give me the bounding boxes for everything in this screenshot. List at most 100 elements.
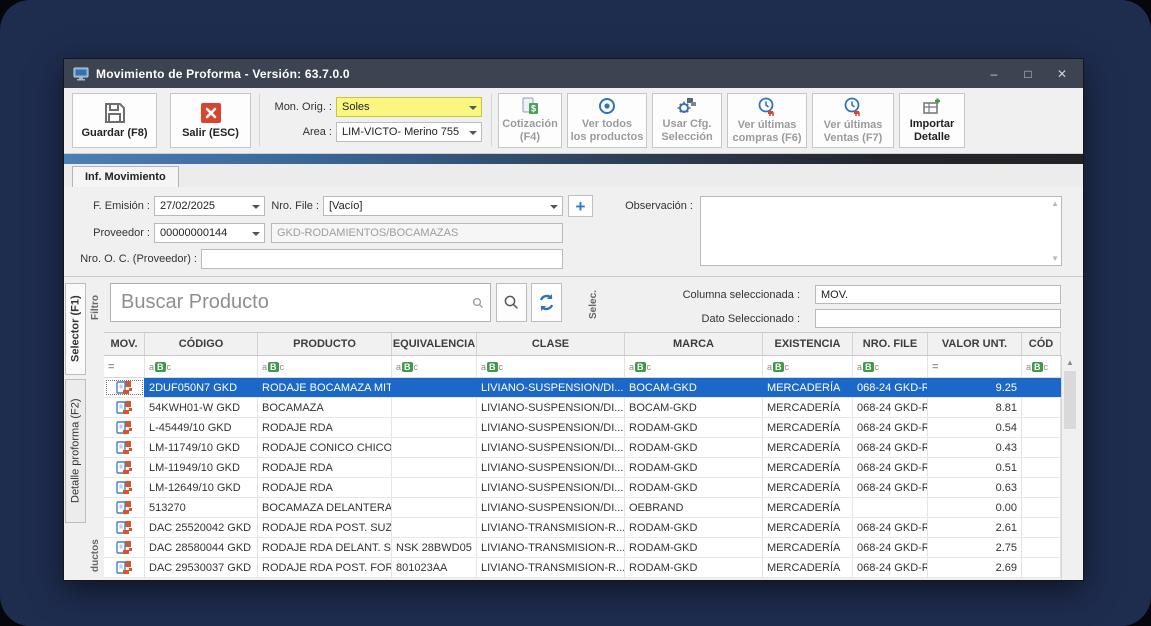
ver-compras-button[interactable]: Ver últimas compras (F6) <box>727 93 807 148</box>
mov-icon <box>104 558 145 577</box>
nro-file-combo[interactable]: [Vacío] <box>323 196 563 216</box>
accent-gradient-bar <box>64 154 1083 164</box>
clock-cart-icon <box>757 97 777 116</box>
table-row[interactable]: 513270BOCAMAZA DELANTERA J...LIVIANO-SUS… <box>104 498 1061 518</box>
table-row[interactable]: L-45449/10 GKDRODAJE RDALIVIANO-SUSPENSI… <box>104 418 1061 438</box>
tab-detalle-proforma-f2[interactable]: Detalle proforma (F2) <box>65 379 86 523</box>
cotizacion-button[interactable]: $ Cotización (F4) <box>498 93 562 148</box>
proveedor-label: Proveedor : <box>70 227 150 239</box>
dato-seleccionado-input[interactable] <box>815 309 1061 328</box>
scroll-up-icon[interactable]: ▲ <box>1051 199 1059 208</box>
column-header[interactable]: EQUIVALENCIA <box>392 333 477 355</box>
cell-valor: 2.69 <box>928 558 1022 577</box>
column-header[interactable]: MOV. <box>104 333 145 355</box>
importar-button[interactable]: Importar Detalle <box>899 93 965 148</box>
column-header[interactable]: PRODUCTO <box>258 333 392 355</box>
import-icon <box>922 97 942 115</box>
cell-nro_file: 068-24 GKD-R... <box>853 518 928 537</box>
table-row[interactable]: LM-11949/10 GKDRODAJE RDALIVIANO-SUSPENS… <box>104 458 1061 478</box>
column-header[interactable]: NRO. FILE <box>853 333 928 355</box>
cell-nro_file <box>853 498 928 517</box>
cell-existencia: MERCADERÍA <box>763 538 853 557</box>
cell-marca: BOCAM-GKD <box>625 398 763 417</box>
cell-existencia: MERCADERÍA <box>763 438 853 457</box>
area-combo[interactable]: LIM-VICTO- Merino 755 <box>336 122 482 142</box>
table-row[interactable]: LM-12649/10 GKDRODAJE RDALIVIANO-SUSPENS… <box>104 478 1061 498</box>
filter-abc-icon[interactable]: aBc <box>1022 356 1061 377</box>
cell-marca: RODAM-GKD <box>625 478 763 497</box>
search-input[interactable] <box>110 283 491 322</box>
cell-valor: 0.63 <box>928 478 1022 497</box>
table-row[interactable]: LM-11749/10 GKDRODAJE CONICO CHICO ...LI… <box>104 438 1061 458</box>
guardar-button[interactable]: Guardar (F8) <box>72 93 157 148</box>
cell-clase: LIVIANO-SUSPENSION/DI... <box>477 418 625 437</box>
cell-equivalencia <box>392 438 477 457</box>
filter-abc-icon[interactable]: aBc <box>477 356 625 377</box>
filter-abc-icon[interactable]: aBc <box>853 356 928 377</box>
f-emision-combo[interactable]: 27/02/2025 <box>154 196 265 216</box>
cell-equivalencia <box>392 498 477 517</box>
filter-abc-icon[interactable]: aBc <box>763 356 853 377</box>
f-emision-value: 27/02/2025 <box>160 200 215 212</box>
table-row[interactable]: DAC 29530037 GKDRODAJE RDA POST. FORD...… <box>104 558 1061 578</box>
column-header[interactable]: MARCA <box>625 333 763 355</box>
column-header[interactable]: CLASE <box>477 333 625 355</box>
ver-ventas-button[interactable]: Ver últimas Ventas (F7) <box>812 93 894 148</box>
cell-nro_file: 068-24 GKD-R... <box>853 458 928 477</box>
scrollbar-thumb[interactable] <box>1064 371 1076 429</box>
mon-orig-combo[interactable]: Soles <box>336 97 482 117</box>
cell-codigo: 513270 <box>145 498 258 517</box>
search-button[interactable] <box>496 283 527 322</box>
filter-eq-icon[interactable]: = <box>928 356 1022 377</box>
cell-nro_file: 068-24 GKD-R... <box>853 378 928 397</box>
cell-clase: LIVIANO-SUSPENSION/DI... <box>477 438 625 457</box>
filter-abc-icon[interactable]: aBc <box>625 356 763 377</box>
columna-seleccionada-input[interactable]: MOV. <box>815 285 1061 304</box>
svg-text:$: $ <box>531 104 536 114</box>
usar-cfg-label: Usar Cfg. Selección <box>661 118 712 143</box>
column-header[interactable]: VALOR UNT. <box>928 333 1022 355</box>
salir-button[interactable]: Salir (ESC) <box>170 93 251 148</box>
cell-clase: LIVIANO-SUSPENSION/DI... <box>477 478 625 497</box>
tab-inf-movimiento[interactable]: Inf. Movimiento <box>72 166 179 189</box>
observacion-textarea[interactable]: ▲ ▼ <box>700 196 1062 266</box>
nro-oc-input[interactable] <box>201 249 563 269</box>
cell-cod <box>1022 538 1061 557</box>
column-header[interactable]: CÓDIGO <box>145 333 258 355</box>
filter-abc-icon[interactable]: aBc <box>145 356 258 377</box>
importar-label: Importar Detalle <box>910 118 955 143</box>
usar-cfg-button[interactable]: Usar Cfg. Selección <box>652 93 722 148</box>
table-row[interactable]: DAC 25520042 GKDRODAJE RDA POST. SUZ A..… <box>104 518 1061 538</box>
table-row[interactable]: DAC 28580044 GKDRODAJE RDA DELANT. SU...… <box>104 538 1061 558</box>
cell-equivalencia <box>392 398 477 417</box>
table-row[interactable]: 54KWH01-W GKDBOCAMAZALIVIANO-SUSPENSION/… <box>104 398 1061 418</box>
tab-selector-f1[interactable]: Selector (F1) <box>65 283 86 375</box>
scroll-down-icon[interactable]: ▼ <box>1051 254 1059 263</box>
mon-orig-label: Mon. Orig. : <box>262 101 332 113</box>
filter-eq-icon[interactable]: = <box>104 356 145 377</box>
nro-file-label: Nro. File : <box>267 200 319 212</box>
ver-todos-label: Ver todos los productos <box>571 118 644 143</box>
cell-producto: RODAJE RDA POST. FORD... <box>258 558 392 577</box>
cell-valor: 2.61 <box>928 518 1022 537</box>
cell-valor: 8.81 <box>928 398 1022 417</box>
cell-cod <box>1022 438 1061 457</box>
refresh-button[interactable] <box>531 283 562 322</box>
column-header[interactable]: EXISTENCIA <box>763 333 853 355</box>
column-header[interactable]: CÓD <box>1022 333 1061 355</box>
ver-todos-button[interactable]: Ver todos los productos <box>567 93 647 148</box>
minimize-button[interactable]: – <box>977 59 1011 88</box>
maximize-button[interactable]: □ <box>1011 59 1045 88</box>
observacion-label: Observación : <box>613 200 693 212</box>
proveedor-combo[interactable]: 00000000144 <box>154 223 265 243</box>
table-row[interactable]: 2DUF050N7 GKDRODAJE BOCAMAZA MITS...LIVI… <box>104 378 1061 398</box>
search-icon <box>503 294 520 311</box>
filter-abc-icon[interactable]: aBc <box>258 356 392 377</box>
tab-productos-partial[interactable]: ductos <box>88 533 103 579</box>
grid-scrollbar[interactable]: ▲ <box>1061 355 1077 580</box>
filter-abc-icon[interactable]: aBc <box>392 356 477 377</box>
cell-clase: LIVIANO-SUSPENSION/DI... <box>477 378 625 397</box>
add-file-button[interactable]: + <box>568 195 593 217</box>
scroll-up-icon[interactable]: ▲ <box>1062 358 1078 367</box>
close-button[interactable]: ✕ <box>1045 59 1079 88</box>
